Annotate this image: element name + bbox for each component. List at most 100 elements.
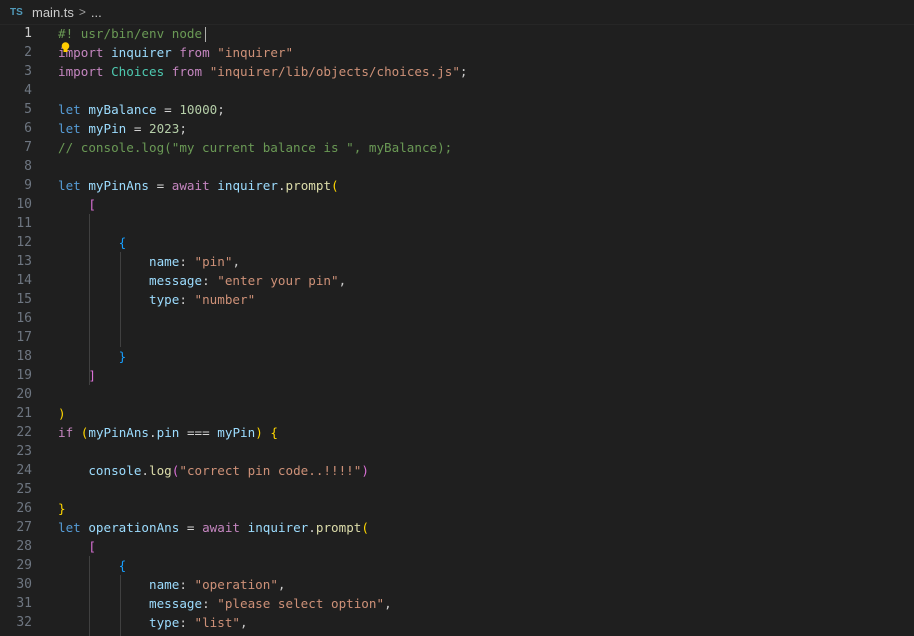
code-line[interactable]: 30 name: "operation", [0, 575, 914, 594]
code-line[interactable]: 7 // console.log("my current balance is "… [0, 138, 914, 157]
code-token: myPin [88, 121, 127, 136]
code-line[interactable]: 18 } [0, 347, 914, 366]
code-token: , [240, 615, 248, 630]
code-line[interactable]: 28 [ [0, 537, 914, 556]
code-line[interactable]: 22 if (myPinAns.pin === myPin) { [0, 423, 914, 442]
code-token: message [149, 273, 203, 288]
code-token: ; [459, 64, 468, 79]
code-token: inquirer [217, 178, 278, 193]
code-token: "inquirer" [217, 45, 294, 60]
code-text: let myBalance = 10000; [58, 100, 225, 119]
code-line[interactable]: 21) [0, 404, 914, 423]
code-token: , [232, 254, 241, 269]
line-number: 10 [16, 197, 32, 212]
code-token: = [156, 102, 180, 117]
line-number: 22 [16, 425, 32, 440]
code-text: [ [58, 537, 96, 556]
code-line[interactable]: 3 import Choices from "inquirer/lib/objec… [0, 62, 914, 81]
code-text: console.log("correct pin code..!!!!") [58, 461, 369, 480]
code-token: ) [361, 463, 369, 478]
code-editor[interactable]: 1 #! usr/bin/env node 2 import inquirer fro… [0, 24, 914, 636]
line-number: 23 [16, 444, 32, 459]
code-text: let myPin = 2023; [58, 119, 187, 138]
breadcrumb-file[interactable]: main.ts [32, 5, 74, 20]
code-line[interactable]: 9 let myPinAns = await inquirer.prompt( [0, 176, 914, 195]
code-line[interactable]: 20 [0, 385, 914, 404]
code-token: "enter your pin" [217, 273, 339, 288]
code-line[interactable]: 1 #! usr/bin/env node [0, 24, 914, 43]
code-text: name: "operation", [58, 575, 286, 594]
code-line[interactable]: 29 { [0, 556, 914, 575]
code-token: name [149, 577, 180, 592]
code-line[interactable]: 19 ] [0, 366, 914, 385]
code-text: { [58, 233, 127, 252]
code-token: type [149, 292, 180, 307]
code-line[interactable]: 17 [0, 328, 914, 347]
line-number: 12 [16, 235, 32, 250]
code-line[interactable]: 25 [0, 480, 914, 499]
code-line[interactable]: 26} [0, 499, 914, 518]
code-line[interactable]: 8 [0, 157, 914, 176]
code-token: : [179, 254, 195, 269]
code-text: name: "pin", [58, 252, 240, 271]
code-token: : [179, 577, 195, 592]
code-text: ) [58, 404, 66, 423]
lightbulb-icon[interactable] [61, 42, 70, 53]
code-line[interactable]: 24 console.log("correct pin code..!!!!") [0, 461, 914, 480]
line-number: 8 [24, 159, 32, 174]
code-line[interactable]: 27 let operationAns = await inquirer.prom… [0, 518, 914, 537]
code-token: ( [361, 520, 369, 535]
code-token: : [202, 596, 218, 611]
code-token: ; [179, 121, 187, 136]
code-token: myPinAns [88, 425, 150, 440]
code-line[interactable]: 11 [0, 214, 914, 233]
line-number: 1 [24, 26, 32, 41]
code-line[interactable]: 15 type: "number" [0, 290, 914, 309]
code-line[interactable]: 32 type: "list", [0, 613, 914, 632]
code-token: pin [156, 425, 180, 440]
code-line[interactable]: 16 [0, 309, 914, 328]
code-line[interactable]: 2 import inquirer from "inquirer" [0, 43, 914, 62]
code-token: = [179, 520, 203, 535]
code-token: "correct pin code..!!!!" [179, 463, 362, 478]
line-number: 31 [16, 596, 32, 611]
code-text: if (myPinAns.pin === myPin) { [58, 423, 278, 442]
code-line[interactable]: 6 let myPin = 2023; [0, 119, 914, 138]
code-token: let [58, 178, 81, 193]
code-token: { [118, 558, 127, 573]
line-number: 26 [16, 501, 32, 516]
code-token: ; [217, 102, 225, 117]
code-line[interactable]: 31 message: "please select option", [0, 594, 914, 613]
code-line[interactable]: 23 [0, 442, 914, 461]
code-text: import inquirer from "inquirer" [58, 43, 293, 62]
code-text: ] [58, 366, 96, 385]
code-text: let myPinAns = await inquirer.prompt( [58, 176, 339, 195]
code-token: from [171, 64, 203, 79]
code-token: prompt [285, 178, 332, 193]
breadcrumb-symbols[interactable]: ... [91, 5, 102, 20]
code-token: import [58, 64, 104, 79]
code-token: . [308, 520, 316, 535]
code-token: log [149, 463, 172, 478]
code-line[interactable]: 12 { [0, 233, 914, 252]
code-token: "operation" [194, 577, 278, 592]
code-line[interactable]: 10 [ [0, 195, 914, 214]
code-token: } [58, 501, 66, 516]
line-number: 15 [16, 292, 32, 307]
code-token: "please select option" [217, 596, 385, 611]
code-text: let operationAns = await inquirer.prompt… [58, 518, 369, 537]
code-token: "inquirer/lib/objects/choices.js" [209, 64, 460, 79]
code-line[interactable]: 5 let myBalance = 10000; [0, 100, 914, 119]
line-number: 28 [16, 539, 32, 554]
code-line[interactable]: 14 message: "enter your pin", [0, 271, 914, 290]
code-line[interactable]: 13 name: "pin", [0, 252, 914, 271]
code-line[interactable]: 4 [0, 81, 914, 100]
code-token: = [126, 121, 150, 136]
